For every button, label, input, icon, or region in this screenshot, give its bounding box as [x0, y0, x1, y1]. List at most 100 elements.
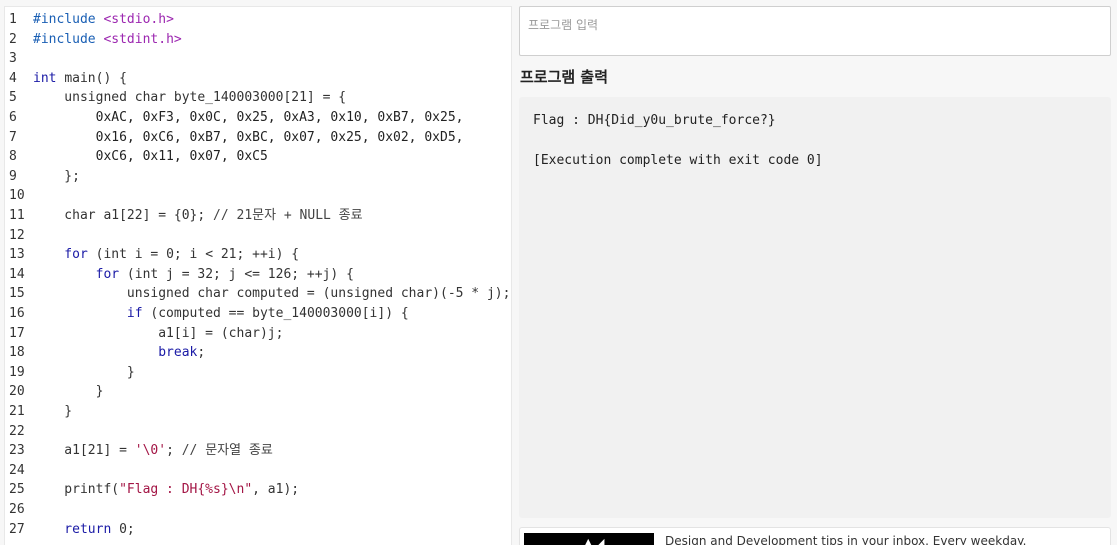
code-token: <stdio.h> [103, 12, 174, 27]
program-input[interactable]: 프로그램 입력 [519, 6, 1111, 56]
code-token: ; [197, 345, 206, 361]
code-token: for [33, 247, 96, 263]
code-line: 24 [5, 461, 511, 481]
line-number: 8 [9, 149, 17, 165]
line-code: char a1[22] = {0}; // 21문자 + NULL 종료 [33, 206, 363, 226]
code-line: 11 char a1[22] = {0}; // 21문자 + NULL 종료 [5, 206, 511, 226]
code-line: 17 a1[i] = (char)j; [5, 324, 511, 344]
code-token: unsigned char computed = (unsigned char)… [33, 286, 511, 302]
code-token: break [33, 345, 198, 361]
line-code: 0xAC, 0xF3, 0x0C, 0x25, 0xA3, 0x10, 0xB7… [33, 108, 464, 128]
code-token: (int i = 0; i < 21; ++i) { [95, 247, 300, 263]
line-number: 11 [9, 208, 25, 223]
code-token: return [33, 521, 120, 537]
code-token: (int j = 32; j <= 126; ++j) { [126, 266, 354, 282]
code-line: 12 [5, 226, 511, 246]
code-token: } [33, 364, 135, 380]
code-line: 8 0xC6, 0x11, 0x07, 0xC5 [5, 147, 511, 167]
line-number: 17 [9, 325, 25, 341]
line-number: 22 [9, 423, 25, 439]
line-number: 24 [9, 462, 25, 478]
line-number: 13 [9, 247, 25, 263]
code-token: <stdint.h> [103, 31, 182, 47]
code-line: 19 } [5, 363, 511, 383]
line-number: 14 [9, 266, 25, 282]
code-token: if [33, 306, 151, 321]
ad-text[interactable]: Design and Development tips in your inbo… [665, 534, 1026, 545]
code-token: 0xC6, 0x11, 0x07, 0xC5 [33, 149, 268, 165]
program-input-placeholder: 프로그램 입력 [528, 18, 599, 32]
line-number: 12 [9, 227, 25, 243]
line-code: } [33, 382, 104, 402]
code-line: 16 if (computed == byte_140003000[i]) { [5, 304, 511, 324]
code-token: }; [33, 168, 80, 184]
code-line: 9 }; [5, 167, 511, 187]
code-token: a1[21] = [33, 443, 135, 459]
line-number: 15 [9, 286, 25, 302]
code-line: 4 int main() { [5, 69, 511, 89]
code-token: "Flag : DH{%s}\n" [119, 482, 253, 498]
line-number: 25 [9, 482, 25, 498]
line-code: printf("Flag : DH{%s}\n", a1); [33, 480, 299, 500]
line-code: unsigned char byte_140003000[21] = { [33, 88, 346, 108]
code-line: 20 } [5, 382, 511, 402]
code-line: 14 for (int j = 32; j <= 126; ++j) { [5, 265, 511, 285]
line-number: 2 [9, 31, 17, 47]
code-token: #include [33, 31, 104, 47]
ad-thumbnail-icon: ▲ ◢ [584, 536, 605, 545]
line-number: 27 [9, 521, 25, 537]
code-token: // 21문자 + NULL 종료 [213, 208, 363, 223]
code-line: 18 break; [5, 343, 511, 363]
line-number: 18 [9, 345, 25, 361]
line-number: 4 [9, 70, 17, 86]
code-token: ; [166, 443, 182, 459]
code-token: int [33, 70, 65, 86]
code-token: a1[i] = (char)j; [33, 325, 284, 341]
code-token: #include [33, 12, 104, 27]
line-code: int main() { [33, 69, 127, 89]
code-token: '\0' [134, 443, 167, 459]
line-code: return 0; [33, 520, 135, 540]
line-number: 9 [9, 168, 17, 184]
line-number: 6 [9, 110, 17, 125]
code-token: 0; [119, 521, 135, 537]
line-code: a1[21] = '\0'; // 문자열 종료 [33, 441, 273, 461]
code-line: 21 } [5, 402, 511, 422]
line-number: 10 [9, 188, 25, 204]
code-line: 10 [5, 186, 511, 206]
line-code: }; [33, 167, 80, 187]
line-code: unsigned char computed = (unsigned char)… [33, 284, 511, 304]
code-line: 6 0xAC, 0xF3, 0x0C, 0x25, 0xA3, 0x10, 0x… [5, 108, 511, 128]
line-number: 20 [9, 384, 25, 400]
code-token: char a1[22] = {0}; [33, 208, 214, 223]
code-token: } [33, 404, 73, 419]
line-code: 0xC6, 0x11, 0x07, 0xC5 [33, 147, 268, 167]
code-line: 1 #include <stdio.h> [5, 10, 511, 30]
line-number: 23 [9, 443, 25, 459]
line-code: } [33, 363, 135, 383]
code-editor[interactable]: 1 #include <stdio.h> 2 #include <stdint.h> 3… [4, 6, 512, 545]
code-line: 23 a1[21] = '\0'; // 문자열 종료 [5, 441, 511, 461]
code-token: 0x16, 0xC6, 0xB7, 0xBC, 0x07, 0x25, 0x02… [33, 129, 464, 145]
code-line: 22 [5, 422, 511, 442]
ad-thumbnail[interactable]: ▲ ◢ [524, 533, 654, 545]
line-code: } [33, 402, 72, 422]
output-title: 프로그램 출력 [520, 68, 609, 86]
line-number: 5 [9, 90, 17, 106]
line-number: 1 [9, 12, 17, 27]
line-code: #include <stdint.h> [33, 30, 182, 50]
code-line: 26 [5, 500, 511, 520]
code-token: main() { [64, 70, 127, 86]
code-line: 13 for (int i = 0; i < 21; ++i) { [5, 245, 511, 265]
code-token: (computed == byte_140003000[i]) { [150, 306, 409, 321]
line-number: 19 [9, 364, 25, 380]
code-line: 3 [5, 49, 511, 69]
code-line: 2 #include <stdint.h> [5, 30, 511, 50]
code-line: 15 unsigned char computed = (unsigned ch… [5, 284, 511, 304]
ad-banner[interactable]: ▲ ◢ Design and Development tips in your … [519, 527, 1111, 545]
code-token: , a1); [252, 482, 300, 498]
code-line: 5 unsigned char byte_140003000[21] = { [5, 88, 511, 108]
program-output: Flag : DH{Did_y0u_brute_force?} [Executi… [519, 97, 1111, 518]
line-number: 26 [9, 502, 25, 517]
code-token: unsigned char byte_140003000[21] = { [33, 90, 347, 106]
